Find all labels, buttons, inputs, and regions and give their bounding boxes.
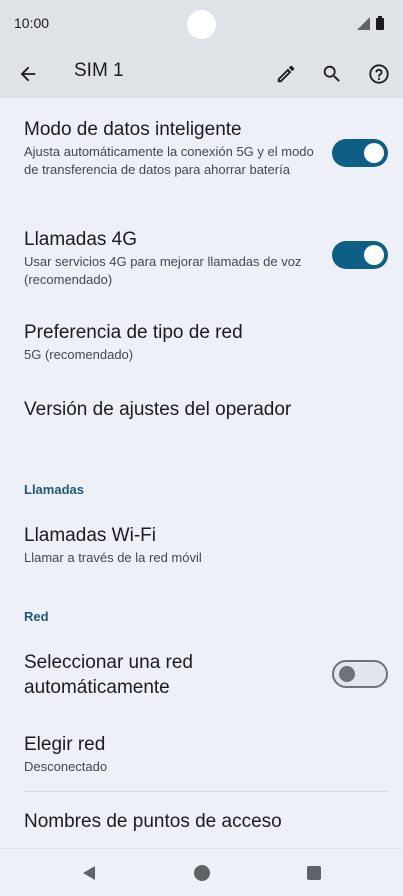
auto-select-network-item[interactable]: Seleccionar una red automáticamente <box>24 650 324 700</box>
network-type-item[interactable]: Preferencia de tipo de red 5G (recomenda… <box>24 320 324 364</box>
smart-data-mode-title: Modo de datos inteligente <box>24 119 242 140</box>
choose-network-title: Elegir red <box>24 734 106 755</box>
navigation-bar <box>0 848 403 896</box>
status-time: 10:00 <box>14 15 50 31</box>
back-button[interactable] <box>12 58 44 90</box>
help-icon <box>369 64 389 84</box>
section-header-network: Red <box>24 609 49 624</box>
calls-4g-subtitle: Usar servicios 4G para mejorar llamadas … <box>24 254 302 287</box>
app-bar <box>0 48 403 98</box>
circle-home-icon <box>194 865 210 881</box>
toggle-knob <box>364 245 384 265</box>
smart-data-mode-subtitle: Ajusta automáticamente la conexión 5G y … <box>24 144 314 177</box>
network-type-subtitle: 5G (recomendado) <box>24 347 134 362</box>
wifi-calling-item[interactable]: Llamadas Wi-Fi Llamar a través de la red… <box>24 523 324 567</box>
auto-select-network-title-line1: Seleccionar una red <box>24 652 193 673</box>
edit-button[interactable] <box>270 58 302 90</box>
pencil-icon <box>277 65 295 83</box>
nav-back-button[interactable] <box>77 861 101 885</box>
access-point-names-item[interactable]: Nombres de puntos de acceso <box>24 809 384 834</box>
auto-select-network-toggle[interactable] <box>332 660 388 688</box>
settings-list: Modo de datos inteligente Ajusta automát… <box>0 98 403 848</box>
carrier-settings-version-title: Versión de ajustes del operador <box>24 399 292 420</box>
access-point-names-title: Nombres de puntos de acceso <box>24 811 282 832</box>
section-header-calls: Llamadas <box>24 482 84 497</box>
wifi-calling-subtitle: Llamar a través de la red móvil <box>24 550 202 565</box>
page-title: SIM 1 <box>74 60 124 81</box>
nav-home-button[interactable] <box>190 861 214 885</box>
status-bar: 10:00 <box>0 0 403 48</box>
carrier-settings-version-item[interactable]: Versión de ajustes del operador <box>24 397 384 422</box>
choose-network-item[interactable]: Elegir red Desconectado <box>24 732 324 776</box>
choose-network-subtitle: Desconectado <box>24 759 108 774</box>
auto-select-network-title-line2: automáticamente <box>24 677 170 698</box>
triangle-back-icon <box>83 866 95 880</box>
network-type-title: Preferencia de tipo de red <box>24 322 243 343</box>
search-button[interactable] <box>316 58 348 90</box>
calls-4g-title: Llamadas 4G <box>24 229 138 250</box>
divider <box>24 791 387 792</box>
back-arrow-icon <box>20 66 36 82</box>
battery-icon <box>376 16 384 30</box>
status-icons <box>357 15 389 31</box>
nav-recents-button[interactable] <box>302 861 326 885</box>
smart-data-mode-toggle[interactable] <box>332 139 388 167</box>
wifi-calling-title: Llamadas Wi-Fi <box>24 525 156 546</box>
search-icon <box>323 65 340 82</box>
smart-data-mode-item[interactable]: Modo de datos inteligente Ajusta automát… <box>24 117 324 179</box>
calls-4g-item[interactable]: Llamadas 4G Usar servicios 4G para mejor… <box>24 227 324 289</box>
help-button[interactable] <box>363 58 395 90</box>
calls-4g-toggle[interactable] <box>332 241 388 269</box>
camera-cutout <box>187 10 216 39</box>
signal-icon <box>357 17 370 30</box>
square-recents-icon <box>307 866 321 880</box>
toggle-knob <box>339 666 355 682</box>
toggle-knob <box>364 143 384 163</box>
